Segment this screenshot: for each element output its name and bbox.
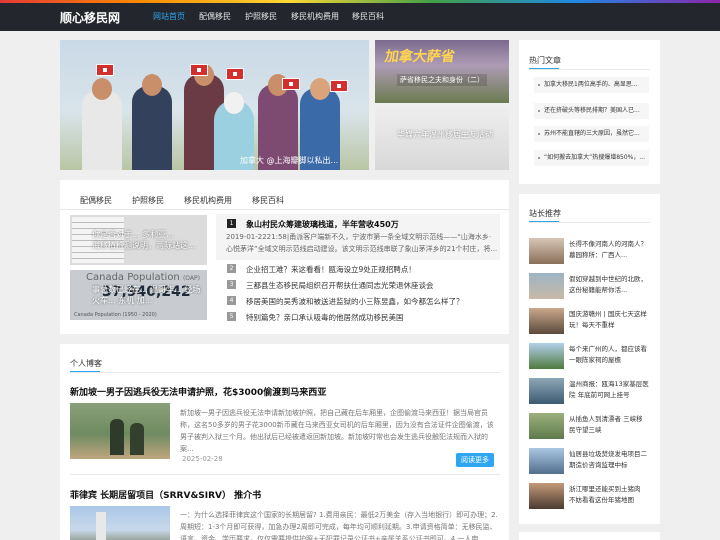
recommended-thumbnail[interactable] [529, 343, 564, 369]
site-logo[interactable]: 顺心移民网 [60, 9, 120, 26]
news-list-item[interactable]: 移居美国的吴秀波和被送进监狱的小三陈昱鑫，如今都怎么样了？ [246, 296, 464, 307]
thumbnail-caption: 事总数已经在... 温哥华... 经场 火车... 东机 加... [92, 285, 201, 305]
blog-section-title: 个人博客 [70, 359, 102, 368]
soldier-figure [110, 419, 124, 455]
canada-flag-icon [282, 78, 300, 90]
canada-population-footnote: Canada Population (1950 - 2020) [74, 312, 157, 318]
news-thumbnail-2[interactable]: Canada Population (OAP) 37,940,242 事总数已经… [70, 270, 207, 320]
recommended-thumbnail[interactable] [529, 308, 564, 334]
canada-flag-icon [330, 80, 348, 92]
blog-post-summary: 新加坡一男子因逃兵役无法申请新加坡护照，把自己藏在后车厢里，企图偷渡马来西亚！据… [180, 409, 494, 453]
soldier-figure [130, 423, 144, 455]
sidebar-next-panel [519, 532, 660, 540]
blog-post-summary: 一：为什么选择菲律宾这个国家的长期居留? 1.费用亲民：最低2万美金（存入当地银… [180, 511, 498, 540]
blog-post-date: 2025-02-28 [182, 455, 223, 463]
nav-item-encyclopedia[interactable]: 移民百科 [352, 11, 384, 22]
tab-passport-immigration[interactable]: 护照移民 [132, 195, 164, 206]
section-divider [529, 222, 650, 223]
recommended-thumbnail[interactable] [529, 413, 564, 439]
featured-news-title[interactable]: 象山村民众筹建玻璃栈道，半年营收450万 [246, 219, 399, 230]
nav-item-home[interactable]: 网站首页 [153, 11, 185, 22]
post-divider [70, 474, 500, 475]
side-banner-saskatchewan[interactable]: 加拿大萨省 萨省移民之夫和身份（二） [375, 40, 509, 103]
rank-badge: 1 [227, 219, 236, 228]
recommended-item-title[interactable]: 仙居县垃圾焚烧发电项目二期造价咨询监理中标 [569, 449, 649, 471]
recommended-thumbnail[interactable] [529, 378, 564, 404]
hot-article-item[interactable]: 苏州不能直辖的三大原因，虽然它... [534, 126, 649, 142]
person-head [310, 78, 330, 100]
top-navigation-bar: 顺心移民网 网站首页 配偶移民 护照移民 移民机构费用 移民百科 [0, 3, 720, 31]
person-head [92, 78, 112, 100]
section-divider [70, 372, 500, 373]
featured-news-desc: 2019-01-2221:58|甬派客户端新不久，宁波市第一条全域文明示范线——… [226, 233, 498, 253]
blog-post-title[interactable]: 菲律宾 长期居留项目（SRRV&SIRV） 推介书 [70, 488, 261, 501]
news-list-item[interactable]: 三都县生态移民局组织召开帮扶仕通同志光荣退休座谈会 [246, 280, 434, 291]
person-head [142, 74, 162, 96]
thumbnail-caption: 你是否对于... 多利亚... 海移植检测说明，两际站这... [92, 230, 196, 250]
news-thumbnail-1[interactable]: 你是否对于... 多利亚... 海移植检测说明，两际站这... [70, 215, 207, 265]
rank-badge: 5 [227, 312, 236, 321]
person-figure [82, 90, 122, 170]
recommended-thumbnail[interactable] [529, 273, 564, 299]
side-banner-subtitle: 萨省移民之夫和身份（二） [397, 74, 487, 86]
tab-divider [60, 209, 509, 210]
recommended-thumbnail[interactable] [529, 448, 564, 474]
blog-post-thumbnail[interactable] [70, 506, 170, 540]
hot-article-item[interactable]: 加拿大移民1两位高手的、高显思... [534, 77, 649, 93]
recommended-item-title[interactable]: 每个来广州的人，都应该看一眼陈家祠的屋檐 [569, 344, 649, 366]
nav-item-agency-fees[interactable]: 移民机构费用 [291, 11, 339, 22]
read-more-button[interactable]: 阅读更多 [456, 453, 494, 467]
hero-caption: 加拿大 @上海瓣脚以私出... [240, 156, 339, 165]
recommended-item-title[interactable]: 从插鱼人到清漂者 三峡移民守望三峡 [569, 414, 649, 436]
recommended-thumbnail[interactable] [529, 238, 564, 264]
recommended-item-title[interactable]: 浙江哪里还能买到土猪肉 不妨看看这份年猪地图 [569, 484, 649, 506]
recommended-item-title[interactable]: 温州商报：瓯海13家基层医院 年底前可网上挂号 [569, 379, 649, 401]
section-divider [529, 69, 650, 70]
recommended-thumbnail[interactable] [529, 483, 564, 509]
recommended-item-title[interactable]: 假如穿越到中世纪的北欧，这份秘籍能帮你活... [569, 274, 649, 296]
side-banner-title: 加拿大萨省 [383, 49, 456, 65]
recommended-item-title[interactable]: 长得不像河南人的河南人？墓园称所：广西人... [569, 239, 649, 261]
person-figure [132, 86, 172, 170]
news-list-item[interactable]: 企业招工难？来这看看！瓯海设立9处正规招聘点！ [246, 264, 416, 275]
news-list-item[interactable]: 特别篇免？亲口承认吸毒的他居然成功移民美国 [246, 312, 404, 323]
rank-badge: 2 [227, 264, 236, 273]
hot-article-item[interactable]: “如何搬去加拿大”热搜爆增850%，... [534, 150, 649, 166]
recommended-item-title[interactable]: 国庆游赣州 | 国庆七天这样玩！每天不重样 [569, 309, 649, 331]
tab-spouse-immigration[interactable]: 配偶移民 [80, 195, 112, 206]
rank-badge: 4 [227, 296, 236, 305]
monument-figure [96, 512, 106, 540]
person-head [224, 92, 244, 114]
canada-flag-icon [190, 64, 208, 76]
canada-population-title: Canada Population (OAP) [86, 272, 200, 283]
hot-article-item[interactable]: 还在挤破头等移民排期？美国人已... [534, 103, 649, 119]
side-banner-caption: 华媒六年温州移居生友活动 [397, 130, 493, 139]
blog-post-thumbnail[interactable] [70, 403, 170, 459]
nav-item-spouse-immigration[interactable]: 配偶移民 [199, 11, 231, 22]
canada-flag-icon [226, 68, 244, 80]
tab-agency-fees[interactable]: 移民机构费用 [184, 195, 232, 206]
hot-articles-title: 热门文章 [529, 56, 561, 65]
hero-banner-main[interactable]: 加拿大 @上海瓣脚以私出... [60, 40, 369, 170]
canada-flag-icon [96, 64, 114, 76]
nav-item-passport-immigration[interactable]: 护照移民 [245, 11, 277, 22]
tab-encyclopedia[interactable]: 移民百科 [252, 195, 284, 206]
rank-badge: 3 [227, 280, 236, 289]
blog-post-title[interactable]: 新加坡一男子因逃兵役无法申请护照，花$3000偷渡到马来西亚 [70, 385, 326, 398]
side-banner-wenzhou[interactable]: 华媒六年温州移居生友活动 [375, 107, 509, 170]
recommended-title: 站长推荐 [529, 209, 561, 218]
